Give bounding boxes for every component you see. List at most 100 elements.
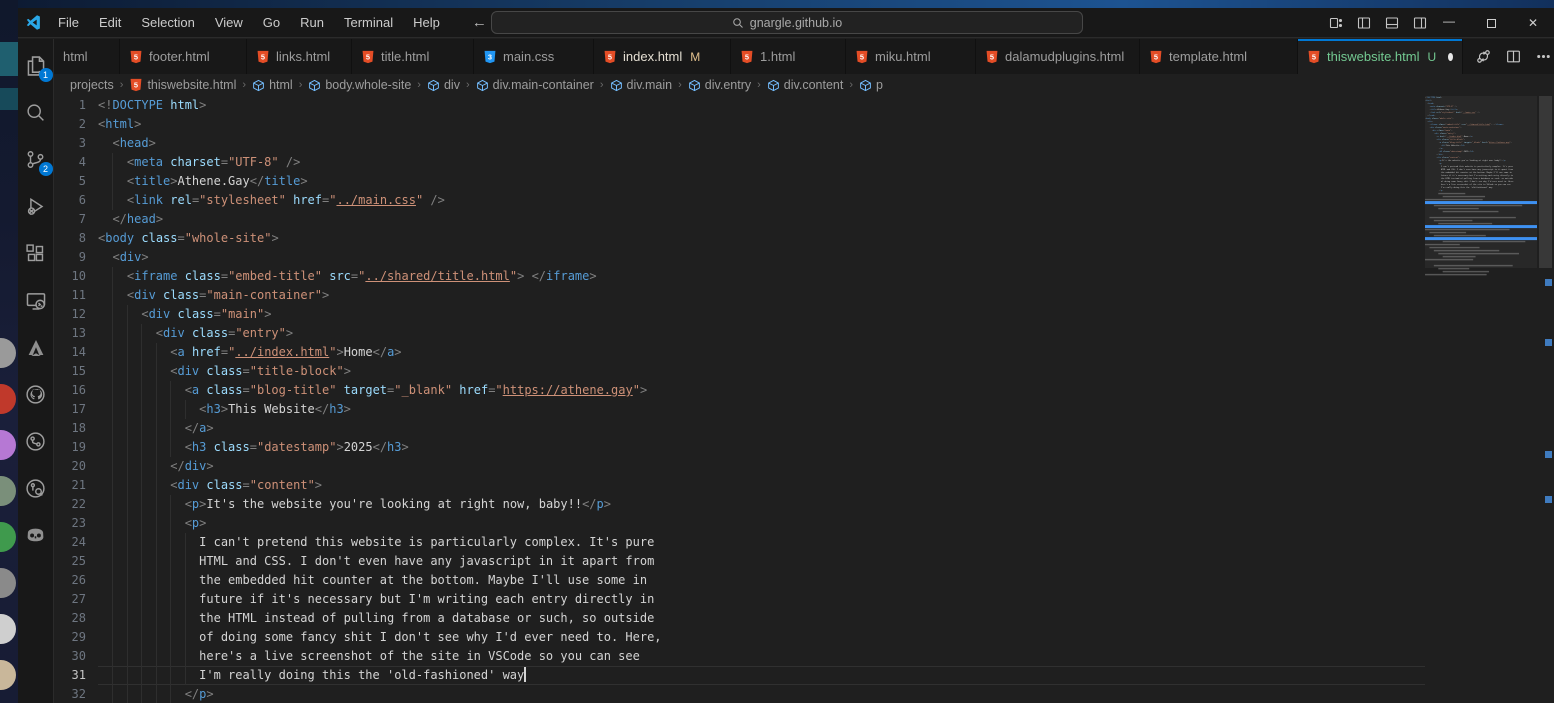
menu-edit[interactable]: Edit (91, 12, 129, 33)
unsaved-dot-icon[interactable] (1448, 53, 1453, 61)
code-line-5[interactable]: 5 <title>Athene.Gay</title> (54, 172, 1425, 191)
code-line-19[interactable]: 19 <h3 class="datestamp">2025</h3> (54, 438, 1425, 457)
remote-explorer-icon[interactable] (21, 284, 51, 317)
code-line-24[interactable]: 24 I can't pretend this website is parti… (54, 533, 1425, 552)
line-number: 5 (54, 172, 98, 191)
source-control-icon[interactable]: 2 (21, 143, 51, 176)
code-line-21[interactable]: 21 <div class="content"> (54, 476, 1425, 495)
breadcrumb-item-html[interactable]: html (252, 78, 293, 92)
more-actions-icon[interactable] (1535, 48, 1552, 65)
minimap-slider[interactable] (1425, 96, 1537, 268)
symbol-cube-icon (767, 79, 780, 92)
vertical-scrollbar[interactable] (1537, 96, 1554, 703)
github-icon[interactable] (21, 378, 51, 411)
code-line-25[interactable]: 25 HTML and CSS. I don't even have any j… (54, 552, 1425, 571)
indent-guide (156, 571, 157, 590)
minimap[interactable]: <!DOCTYPE html><html> <head> <meta chars… (1425, 96, 1537, 703)
menu-terminal[interactable]: Terminal (336, 12, 401, 33)
code-line-15[interactable]: 15 <div class="title-block"> (54, 362, 1425, 381)
code-line-32[interactable]: 32 </p> (54, 685, 1425, 703)
nav-back-icon[interactable]: ← (472, 14, 487, 31)
code-line-28[interactable]: 28 the HTML instead of pulling from a da… (54, 609, 1425, 628)
menu-view[interactable]: View (207, 12, 251, 33)
command-center-search[interactable]: gnargle.github.io (491, 11, 1083, 34)
breadcrumb-item-div[interactable]: div (427, 78, 460, 92)
godot-icon[interactable] (21, 519, 51, 552)
breadcrumb-item-div.entry[interactable]: div.entry (688, 78, 751, 92)
breadcrumb-item-div.main[interactable]: div.main (610, 78, 673, 92)
breadcrumb-item-p[interactable]: p (859, 78, 883, 92)
indent-guide (170, 514, 171, 533)
tab-1.html[interactable]: 51.html (731, 39, 846, 74)
code-line-30[interactable]: 30 here's a live screenshot of the site … (54, 647, 1425, 666)
code-line-9[interactable]: 9 <div> (54, 248, 1425, 267)
code-line-31[interactable]: 31 I'm really doing this the 'old-fashio… (54, 666, 1425, 685)
svg-text:5: 5 (608, 52, 612, 61)
code-line-3[interactable]: 3 <head> (54, 134, 1425, 153)
indent-guide (170, 419, 171, 438)
customize-layout-icon[interactable] (1328, 15, 1344, 31)
menu-run[interactable]: Run (292, 12, 332, 33)
breadcrumb-item-body.whole-site[interactable]: body.whole-site (308, 78, 411, 92)
code-line-6[interactable]: 6 <link rel="stylesheet" href="../main.c… (54, 191, 1425, 210)
explorer-icon[interactable]: 1 (21, 49, 51, 82)
tab-miku.html[interactable]: 5miku.html (846, 39, 976, 74)
code-line-10[interactable]: 10 <iframe class="embed-title" src="../s… (54, 267, 1425, 286)
menu-help[interactable]: Help (405, 12, 448, 33)
menu-file[interactable]: File (50, 12, 87, 33)
toggle-primary-sidebar-icon[interactable] (1356, 15, 1372, 31)
close-button[interactable]: ✕ (1512, 8, 1554, 38)
tab-main.css[interactable]: 3main.css (474, 39, 594, 74)
overview-ruler-mark (1545, 496, 1552, 503)
tab-links.html[interactable]: 5links.html (247, 39, 352, 74)
tab-thiswebsite.html[interactable]: 5thiswebsite.htmlU (1298, 39, 1463, 74)
code-line-22[interactable]: 22 <p>It's the website you're looking at… (54, 495, 1425, 514)
tab-template.html[interactable]: 5template.html (1140, 39, 1298, 74)
code-line-8[interactable]: 8<body class="whole-site"> (54, 229, 1425, 248)
breadcrumb-item-div.content[interactable]: div.content (767, 78, 844, 92)
code-line-16[interactable]: 16 <a class="blog-title" target="_blank"… (54, 381, 1425, 400)
azure-icon[interactable] (21, 331, 51, 364)
scrollbar-thumb[interactable] (1539, 96, 1552, 268)
code-line-7[interactable]: 7 </head> (54, 210, 1425, 229)
code-editor[interactable]: 1<!DOCTYPE html>2<html>3 <head>4 <meta c… (54, 96, 1554, 703)
extensions-icon[interactable] (21, 237, 51, 270)
code-line-2[interactable]: 2<html> (54, 115, 1425, 134)
code-line-27[interactable]: 27 future if it's necessary but I'm writ… (54, 590, 1425, 609)
code-line-17[interactable]: 17 <h3>This Website</h3> (54, 400, 1425, 419)
git-history-icon[interactable] (21, 425, 51, 458)
minimize-button[interactable]: — (1428, 8, 1470, 38)
search-icon[interactable] (21, 96, 51, 129)
tab-html[interactable]: html (54, 39, 120, 74)
menu-go[interactable]: Go (255, 12, 288, 33)
indent-guide (185, 609, 186, 628)
maximize-button[interactable] (1470, 8, 1512, 38)
tab-dalamudplugins.html[interactable]: 5dalamudplugins.html (976, 39, 1140, 74)
menu-selection[interactable]: Selection (133, 12, 202, 33)
code-line-14[interactable]: 14 <a href="../index.html">Home</a> (54, 343, 1425, 362)
breadcrumb-item-projects[interactable]: projects (70, 78, 114, 92)
open-changes-icon[interactable] (1475, 48, 1492, 65)
tab-bar: html5footer.html5links.html5title.html3m… (54, 39, 1554, 74)
tab-index.html[interactable]: 5index.htmlM (594, 39, 731, 74)
breadcrumb-item-thiswebsite.html[interactable]: 5thiswebsite.html (129, 78, 236, 92)
tab-title.html[interactable]: 5title.html (352, 39, 474, 74)
code-line-18[interactable]: 18 </a> (54, 419, 1425, 438)
code-line-12[interactable]: 12 <div class="main"> (54, 305, 1425, 324)
symbol-cube-icon (859, 79, 872, 92)
breadcrumb-item-div.main-container[interactable]: div.main-container (476, 78, 594, 92)
code-line-20[interactable]: 20 </div> (54, 457, 1425, 476)
code-line-4[interactable]: 4 <meta charset="UTF-8" /> (54, 153, 1425, 172)
split-editor-icon[interactable] (1505, 48, 1522, 65)
code-line-23[interactable]: 23 <p> (54, 514, 1425, 533)
toggle-panel-icon[interactable] (1384, 15, 1400, 31)
code-line-29[interactable]: 29 of doing some fancy shit I don't see … (54, 628, 1425, 647)
toggle-secondary-sidebar-icon[interactable] (1412, 15, 1428, 31)
code-line-26[interactable]: 26 the embedded hit counter at the botto… (54, 571, 1425, 590)
run-debug-icon[interactable] (21, 190, 51, 223)
tab-footer.html[interactable]: 5footer.html (120, 39, 247, 74)
code-line-11[interactable]: 11 <div class="main-container"> (54, 286, 1425, 305)
gitlens-icon[interactable] (21, 472, 51, 505)
code-line-1[interactable]: 1<!DOCTYPE html> (54, 96, 1425, 115)
code-line-13[interactable]: 13 <div class="entry"> (54, 324, 1425, 343)
